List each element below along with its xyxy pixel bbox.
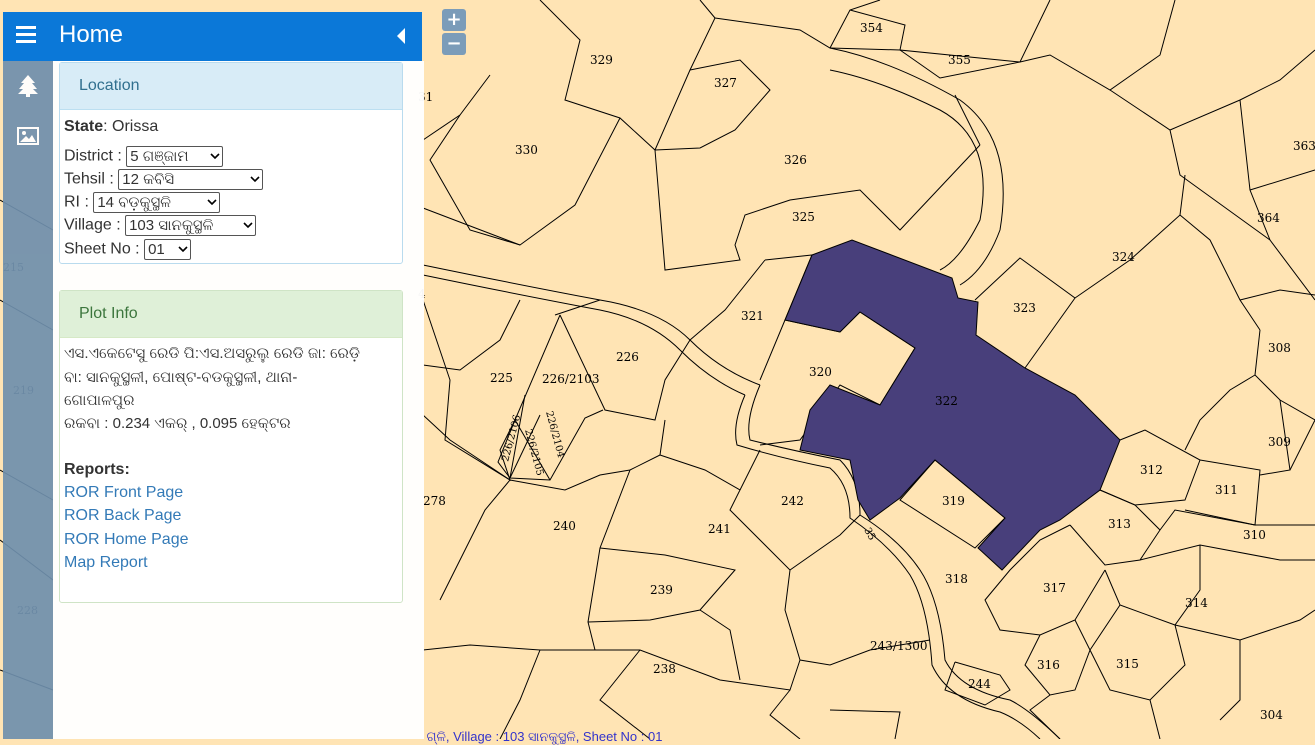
plot-label: 239 [650,583,673,597]
ror-front-page-link[interactable]: ROR Front Page [64,484,183,502]
tehsil-row: Tehsil : 12 କବିସି [64,169,264,190]
plot-label: 311 [1215,483,1238,497]
plot-label: 363 [1293,139,1315,153]
zoom-out-button[interactable]: − [442,33,466,55]
plot-label: 324 [1112,250,1135,264]
plot-label: 241 [708,522,731,536]
plot-label: 242 [781,494,804,508]
zoom-controls: + − [442,9,466,57]
location-card-title: Location [60,63,402,110]
plot-label: 318 [945,572,968,586]
ri-label: RI : [64,193,89,211]
state-value: : Orissa [103,118,159,135]
hamburger-menu-icon[interactable] [16,25,36,43]
tab-layers[interactable] [3,61,53,111]
plot-label: 320 [809,365,832,379]
owner-line-1: ଏସ.ଏକେଟେସୁ ରେଡି ପି:ଏସ.ଅସରୁଲୁ ରେଡି ଜା: ରେ… [64,345,361,362]
map-report-link[interactable]: Map Report [64,554,148,572]
plot-label: 364 [1257,211,1280,225]
map-footer-prefix: ଗ୍ଳି, [426,729,450,744]
plot-label: 326 [784,153,807,167]
plot-label: 244 [968,677,991,691]
plot-label: 308 [1268,341,1291,355]
owner-line-3: ଗୋପାଳପୁର [64,392,135,409]
plot-label: 316 [1037,658,1060,672]
sidebar-header: Home [3,12,422,61]
plot-label: 355 [948,53,971,67]
district-select-value: 5 ଗଞ୍ଜାମ [130,148,189,165]
village-select-value: 103 ସାନକୁସ୍ଥଳି [129,217,214,234]
chevron-down-icon [243,216,253,240]
plot-label: 317 [1043,581,1066,595]
district-select[interactable]: 5 ଗଞ୍ଜାମ [126,146,224,167]
map-footer: xxxxxxxxxxxxxxxxxxxxxxxxxxxxxxxxxxxxxxxx… [160,729,663,745]
plot-label: 322 [935,394,958,408]
sheet-select-value: 01 [148,241,165,258]
plot-label: 313 [1108,517,1131,531]
village-row: Village : 103 ସାନକୁସ୍ଥଳି [64,215,257,236]
tehsil-label: Tehsil : [64,170,114,188]
reports-label: Reports: [64,461,130,478]
plot-label: 312 [1140,463,1163,477]
plot-label: 319 [942,494,965,508]
ror-home-page-link[interactable]: ROR Home Page [64,531,189,549]
plot-label: 330 [515,143,538,157]
image-icon [17,127,39,145]
zoom-in-button[interactable]: + [442,9,466,31]
plot-label: 329 [590,53,613,67]
plot-label: 354 [860,21,883,35]
location-card: Location State: Orissa District : 5 ଗଞ୍ଜ… [59,62,403,264]
plot-label: 243/1300 [870,639,928,653]
tehsil-select-value: 12 କବିସି [122,171,175,188]
tehsil-select[interactable]: 12 କବିସି [118,169,264,190]
plot-label: 315 [1116,657,1139,671]
page-title: Home [59,21,124,48]
chevron-down-icon [207,193,217,217]
plot-label: 323 [1013,301,1036,315]
sheet-select[interactable]: 01 [144,239,192,260]
plot-label: 240 [553,519,576,533]
plot-label: 226/2103 [542,372,600,386]
chevron-down-icon [210,147,220,171]
collapse-panel-icon[interactable] [396,28,406,44]
sidebar-tabs [3,61,53,739]
plot-info-card: Plot Info ଏସ.ଏକେଟେସୁ ରେଡି ପି:ଏସ.ଅସରୁଲୁ ର… [59,290,403,603]
plot-label: 321 [741,309,764,323]
owner-line-2: ବା: ସାନକୁସ୍ଥଳୀ, ପୋଷ୍ଟ-ବଡକୁସ୍ଥଳୀ, ଥାନା- [64,369,298,386]
tree-icon [18,75,38,97]
area-text: ରକବା : 0.234 ଏକର୍ , 0.095 ହେକ୍ଟର [64,415,291,432]
plot-label: 310 [1243,528,1266,542]
plot-label: 325 [792,210,815,224]
plot-label: 304 [1260,708,1283,722]
plot-label: 314 [1185,596,1208,610]
plot-label: 226 [616,350,639,364]
plot-label: 309 [1268,435,1291,449]
plot-label: 327 [714,76,737,90]
district-row: District : 5 ଗଞ୍ଜାମ [64,146,224,167]
tab-images[interactable] [3,111,53,161]
village-select[interactable]: 103 ସାନକୁସ୍ଥଳି [125,215,257,236]
chevron-down-icon [178,240,188,264]
plot-info-card-title: Plot Info [60,291,402,338]
ri-select[interactable]: 14 ବଡ଼କୁସ୍ଥଳି [93,192,221,213]
ror-back-page-link[interactable]: ROR Back Page [64,507,181,525]
village-label: Village : [64,216,121,234]
map-footer-text: Village : 103 ସାନକୁସ୍ଥଳି, Sheet No : 01 [453,729,663,744]
district-label: District : [64,147,122,165]
ri-row: RI : 14 ବଡ଼କୁସ୍ଥଳି [64,192,221,213]
chevron-down-icon [250,170,260,194]
state-label: State [64,118,104,135]
plot-label: 238 [653,662,676,676]
sheet-label: Sheet No : [64,240,140,258]
ri-select-value: 14 ବଡ଼କୁସ୍ଥଳି [97,194,172,211]
sheet-row: Sheet No : 01 [64,239,192,260]
plot-label: 278 [423,494,446,508]
state-row: State: Orissa [64,118,158,136]
plot-label: 225 [490,371,513,385]
